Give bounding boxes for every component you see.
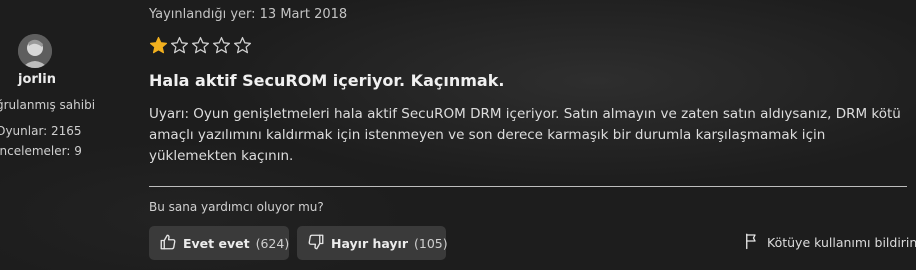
star-icon (233, 36, 252, 55)
games-count: Oyunlar: 2165 (0, 124, 82, 138)
divider (149, 186, 907, 187)
helpful-no-label: Hayır hayır (331, 235, 409, 251)
flag-icon (743, 232, 761, 253)
posted-date: Yayınlandığı yer: 13 Mart 2018 (149, 7, 348, 22)
report-abuse-label: Kötüye kullanımı bildirin (767, 235, 916, 250)
helpful-yes-label: Evet evet (183, 235, 250, 251)
username[interactable]: jorlin (18, 72, 56, 87)
avatar[interactable] (18, 34, 52, 68)
reviews-count: İncelemeler: 9 (0, 144, 82, 158)
helpful-yes-count: (624) (255, 235, 290, 251)
star-icon (170, 36, 189, 55)
thumbs-down-icon (307, 233, 325, 254)
thumbs-up-icon (159, 233, 177, 254)
star-icon (191, 36, 210, 55)
star-rating (149, 36, 252, 55)
helpful-no-count: (105) (414, 235, 448, 251)
helpful-question: Bu sana yardımcı oluyor mu? (149, 200, 324, 214)
review-title: Hala aktif SecuROM içeriyor. Kaçınmak. (149, 71, 505, 90)
star-icon (212, 36, 231, 55)
verified-owner-label: ğrulanmış sahibi (0, 98, 96, 112)
report-abuse-link[interactable]: Kötüye kullanımı bildirin (743, 232, 916, 253)
helpful-no-button[interactable]: Hayır hayır (105) (297, 226, 448, 260)
star-icon (149, 36, 168, 55)
helpful-yes-button[interactable]: Evet evet (624) (149, 226, 289, 260)
review-body: Uyarı: Oyun genişletmeleri hala aktif Se… (149, 106, 901, 164)
